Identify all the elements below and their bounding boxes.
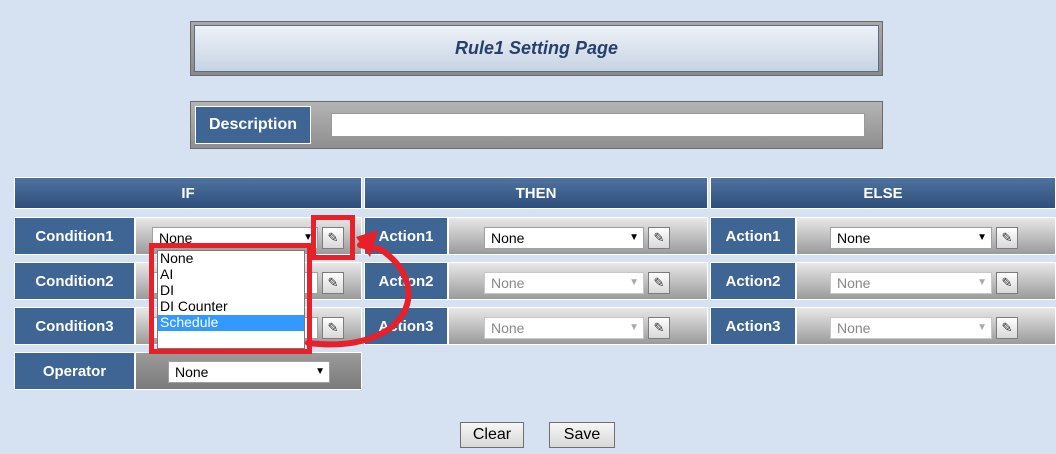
chevron-down-icon: ▼ <box>315 366 325 377</box>
else-action2-value: None <box>837 275 871 291</box>
else-action2-select[interactable]: None ▼ <box>830 272 992 294</box>
then-action2-edit-button[interactable]: ✎ <box>648 272 670 294</box>
else-action3-select[interactable]: None ▼ <box>830 317 992 339</box>
else-action1-label: Action1 <box>710 217 796 255</box>
annotation-arrow <box>305 230 412 348</box>
rule-setting-page: Rule1 Setting Page Description IF THEN E… <box>0 0 1056 454</box>
operator-label: Operator <box>14 352 135 390</box>
chevron-down-icon: ▼ <box>629 322 639 333</box>
title-panel: Rule1 Setting Page <box>190 21 883 76</box>
chevron-down-icon: ▼ <box>629 277 639 288</box>
else-header: ELSE <box>710 177 1056 209</box>
edit-icon: ✎ <box>653 275 665 290</box>
then-header: THEN <box>364 177 708 209</box>
operator-value: None <box>175 364 209 380</box>
page-title: Rule1 Setting Page <box>194 25 879 72</box>
condition2-label: Condition2 <box>14 262 135 300</box>
clear-button[interactable]: Clear <box>460 422 524 448</box>
chevron-down-icon: ▼ <box>977 322 987 333</box>
then-action3-value: None <box>491 320 525 336</box>
then-action2-select[interactable]: None ▼ <box>484 272 644 294</box>
else-action2-edit-button[interactable]: ✎ <box>996 272 1018 294</box>
edit-icon: ✎ <box>653 230 665 245</box>
else-action2-label: Action2 <box>710 262 796 300</box>
if-header: IF <box>14 177 362 209</box>
chevron-down-icon: ▼ <box>629 232 639 243</box>
edit-icon: ✎ <box>1001 275 1013 290</box>
chevron-down-icon: ▼ <box>977 277 987 288</box>
condition1-label: Condition1 <box>14 217 135 255</box>
chevron-down-icon: ▼ <box>977 232 987 243</box>
else-action3-value: None <box>837 320 871 336</box>
description-panel: Description <box>190 101 883 149</box>
then-action3-select[interactable]: None ▼ <box>484 317 644 339</box>
edit-icon: ✎ <box>653 320 665 335</box>
else-action3-label: Action3 <box>710 307 796 345</box>
condition3-label: Condition3 <box>14 307 135 345</box>
description-input[interactable] <box>331 113 865 137</box>
save-button[interactable]: Save <box>549 422 615 448</box>
then-action1-edit-button[interactable]: ✎ <box>648 227 670 249</box>
else-action1-edit-button[interactable]: ✎ <box>996 227 1018 249</box>
else-action1-select[interactable]: None ▼ <box>830 227 992 249</box>
then-action1-select[interactable]: None ▼ <box>484 227 644 249</box>
else-action1-value: None <box>837 230 871 246</box>
else-action3-edit-button[interactable]: ✎ <box>996 317 1018 339</box>
dropdown-highlight-box <box>149 243 312 354</box>
then-action3-edit-button[interactable]: ✎ <box>648 317 670 339</box>
edit-icon: ✎ <box>1001 230 1013 245</box>
then-action1-value: None <box>491 230 525 246</box>
then-action2-value: None <box>491 275 525 291</box>
description-label: Description <box>195 106 311 144</box>
edit-icon: ✎ <box>1001 320 1013 335</box>
operator-select[interactable]: None ▼ <box>168 361 330 383</box>
